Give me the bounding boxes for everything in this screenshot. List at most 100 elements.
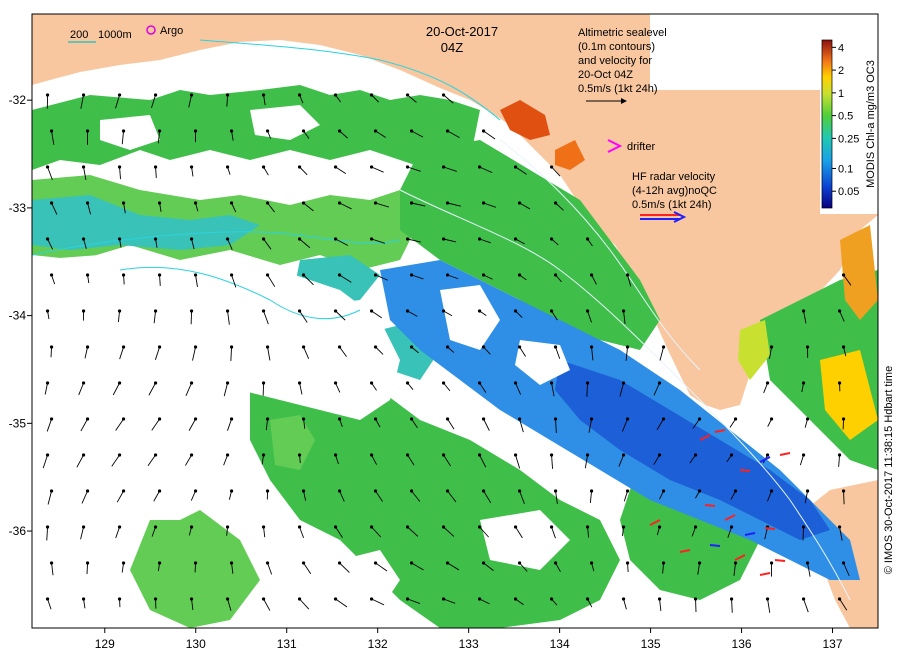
velocity-arrow-origin [157, 417, 162, 421]
velocity-arrow-origin [189, 381, 194, 385]
velocity-arrow-origin [337, 345, 342, 349]
velocity-arrow-origin [589, 561, 594, 565]
velocity-arrow-origin [621, 309, 626, 313]
y-tick-label: -33 [9, 201, 27, 215]
hf-radar-arrow [764, 527, 776, 530]
velocity-arrow-origin [445, 201, 450, 205]
velocity-arrow-origin [585, 237, 590, 241]
velocity-arrow-origin [45, 93, 50, 97]
velocity-arrow-origin [333, 525, 338, 529]
velocity-arrow-origin [765, 381, 770, 385]
velocity-arrow-origin [409, 273, 414, 277]
y-tick-label: -32 [9, 93, 27, 107]
velocity-arrow-origin [625, 489, 630, 493]
velocity-arrow-origin [229, 561, 234, 565]
velocity-arrow-origin [333, 237, 338, 241]
velocity-arrow-origin [225, 309, 230, 313]
velocity-arrow-origin [805, 345, 810, 349]
velocity-arrow-origin [373, 273, 378, 277]
velocity-arrow-origin [481, 561, 486, 565]
velocity-arrow-origin [301, 201, 306, 205]
velocity-arrow-origin [837, 453, 842, 457]
velocity-arrow-origin [405, 309, 410, 313]
velocity-arrow-origin [697, 417, 702, 421]
velocity-arrow-origin [733, 489, 738, 493]
velocity-arrow-origin [121, 273, 126, 277]
velocity-arrow-origin [117, 525, 122, 529]
velocity-arrow-origin [441, 597, 446, 601]
velocity-arrow-origin [441, 93, 446, 97]
velocity-arrow-origin [297, 381, 302, 385]
velocity-arrow-origin [513, 381, 518, 385]
hf-radar-arrow [704, 504, 716, 507]
velocity-arrow-origin [625, 273, 630, 277]
velocity-arrow-origin [369, 93, 374, 97]
velocity-arrow-origin [477, 381, 482, 385]
velocity-arrow-origin [585, 381, 590, 385]
velocity-arrow-origin [625, 345, 630, 349]
velocity-arrow-origin [301, 129, 306, 133]
velocity-arrow-origin [801, 525, 806, 529]
velocity-arrow-origin [369, 165, 374, 169]
velocity-arrow-origin [261, 165, 266, 169]
velocity-arrow-origin [117, 381, 122, 385]
velocity-arrow-origin [445, 489, 450, 493]
velocity-arrow-origin [589, 345, 594, 349]
velocity-arrow [802, 526, 805, 541]
velocity-arrow-origin [477, 237, 482, 241]
velocity-arrow-origin [225, 525, 230, 529]
velocity-arrow-origin [193, 489, 198, 493]
velocity-arrow-origin [229, 273, 234, 277]
velocity-arrow-origin [693, 525, 698, 529]
velocity-arrow-origin [405, 165, 410, 169]
velocity-arrow-origin [697, 561, 702, 565]
velocity-arrow-origin [297, 597, 302, 601]
velocity-arrow-origin [117, 597, 122, 601]
velocity-arrow-origin [441, 309, 446, 313]
velocity-arrow-origin [549, 525, 554, 529]
velocity-arrow-origin [49, 345, 54, 349]
velocity-arrow-origin [801, 453, 806, 457]
velocity-arrow-origin [445, 273, 450, 277]
velocity-arrow-origin [153, 381, 158, 385]
velocity-arrow-origin [85, 273, 90, 277]
velocity-arrow-origin [301, 561, 306, 565]
altimetry-line-5: 0.5m/s (1kt 24h) [578, 83, 657, 95]
velocity-arrow-origin [229, 129, 234, 133]
velocity-arrow-origin [801, 381, 806, 385]
hf-radar-arrow [739, 469, 751, 472]
velocity-arrow-origin [409, 129, 414, 133]
velocity-arrow-origin [49, 489, 54, 493]
velocity-arrow-origin [333, 597, 338, 601]
velocity-arrow-origin [729, 597, 734, 601]
velocity-arrow-origin [157, 201, 162, 205]
velocity-arrow-origin [229, 489, 234, 493]
velocity-arrow-origin [81, 525, 86, 529]
velocity-arrow-origin [477, 309, 482, 313]
velocity-arrow-origin [837, 309, 842, 313]
velocity-arrow-origin [117, 453, 122, 457]
velocity-arrow-origin [193, 201, 198, 205]
velocity-arrow-origin [769, 489, 774, 493]
velocity-arrow-origin [333, 453, 338, 457]
velocity-arrow-origin [405, 93, 410, 97]
velocity-arrow-origin [549, 309, 554, 313]
map-date: 20-Oct-2017 [426, 24, 498, 39]
velocity-arrow-origin [45, 237, 50, 241]
velocity-arrow-origin [441, 381, 446, 385]
velocity-arrow-origin [733, 417, 738, 421]
velocity-arrow-origin [193, 129, 198, 133]
x-tick-label: 135 [641, 637, 661, 651]
velocity-arrow-origin [693, 453, 698, 457]
velocity-arrow-origin [333, 309, 338, 313]
velocity-arrow-origin [405, 453, 410, 457]
velocity-arrow-origin [513, 165, 518, 169]
velocity-arrow-origin [45, 597, 50, 601]
velocity-arrow-origin [301, 345, 306, 349]
velocity-arrow-origin [801, 309, 806, 313]
velocity-arrow-origin [49, 561, 54, 565]
velocity-arrow-origin [153, 165, 158, 169]
hf-radar-arrow [774, 559, 786, 562]
velocity-arrow-origin [657, 597, 662, 601]
velocity-arrow-origin [265, 273, 270, 277]
